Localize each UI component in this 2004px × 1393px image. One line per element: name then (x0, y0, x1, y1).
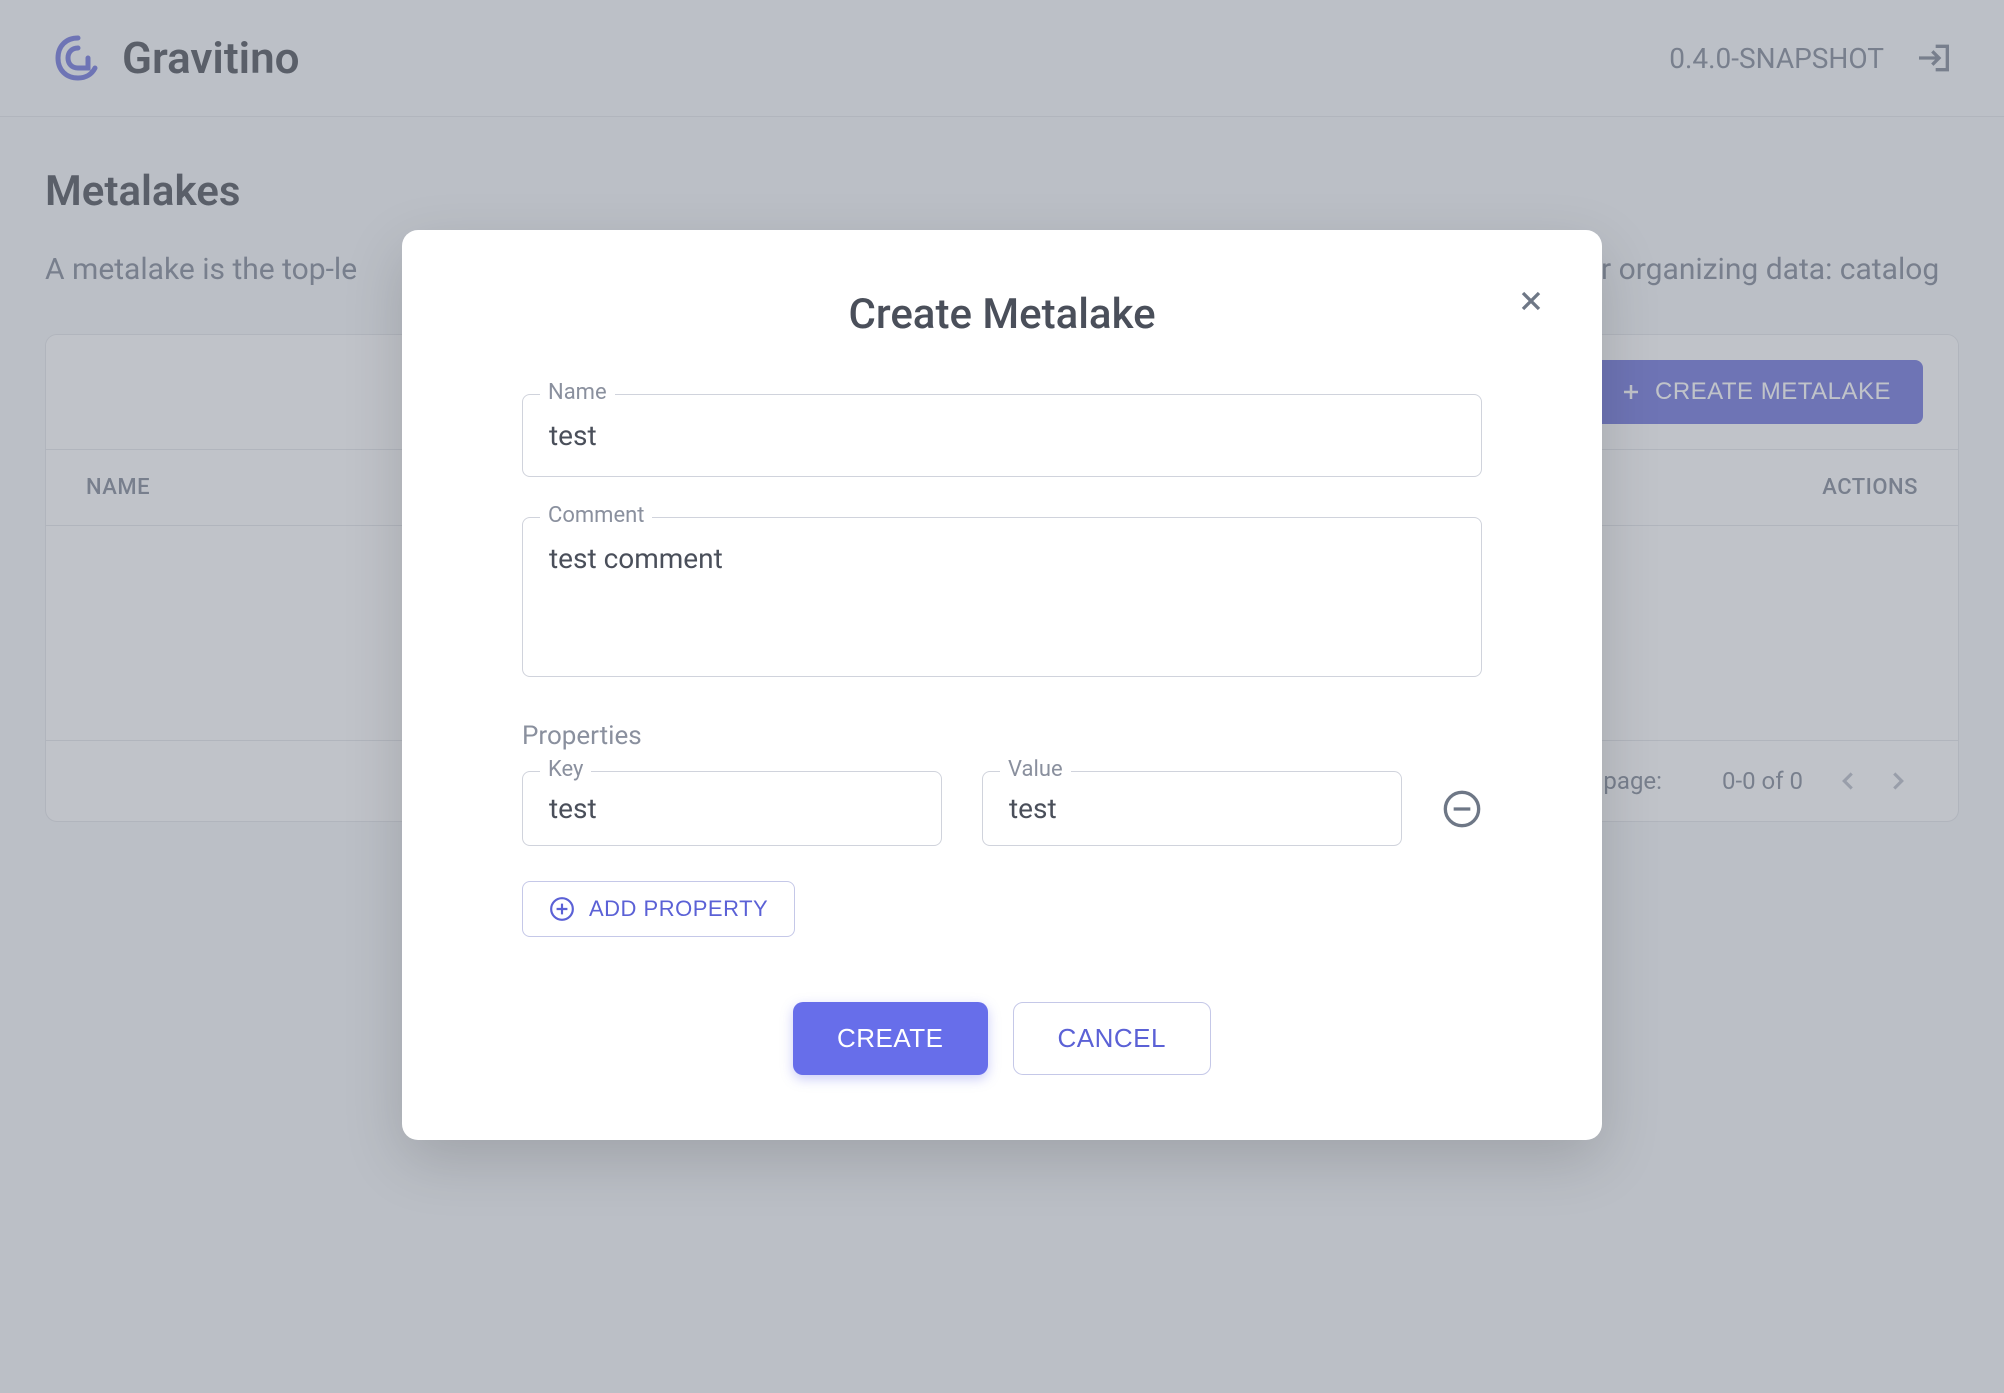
cancel-button[interactable]: CANCEL (1013, 1002, 1211, 1075)
value-label: Value (1000, 757, 1071, 782)
create-metalake-dialog: Create Metalake Name Comment Properties … (402, 230, 1602, 1140)
property-value-input[interactable] (982, 771, 1402, 846)
add-property-button[interactable]: ADD PROPERTY (522, 881, 795, 937)
property-key-input[interactable] (522, 771, 942, 846)
plus-circle-icon (549, 896, 575, 922)
comment-field-group: Comment (522, 517, 1482, 681)
modal-overlay: Create Metalake Name Comment Properties … (0, 0, 2004, 1393)
name-label: Name (540, 380, 615, 405)
comment-input[interactable] (522, 517, 1482, 677)
dialog-title: Create Metalake (522, 290, 1482, 339)
comment-label: Comment (540, 503, 652, 528)
key-label: Key (540, 757, 591, 782)
properties-section-label: Properties (522, 721, 1482, 751)
create-button[interactable]: CREATE (793, 1002, 988, 1075)
name-field-group: Name (522, 394, 1482, 477)
key-field-group: Key (522, 771, 942, 846)
remove-property-icon[interactable] (1442, 789, 1482, 829)
name-input[interactable] (522, 394, 1482, 477)
property-row: Key Value (522, 771, 1482, 846)
dialog-actions: CREATE CANCEL (522, 1002, 1482, 1075)
close-icon[interactable] (1515, 285, 1547, 317)
value-field-group: Value (982, 771, 1402, 846)
